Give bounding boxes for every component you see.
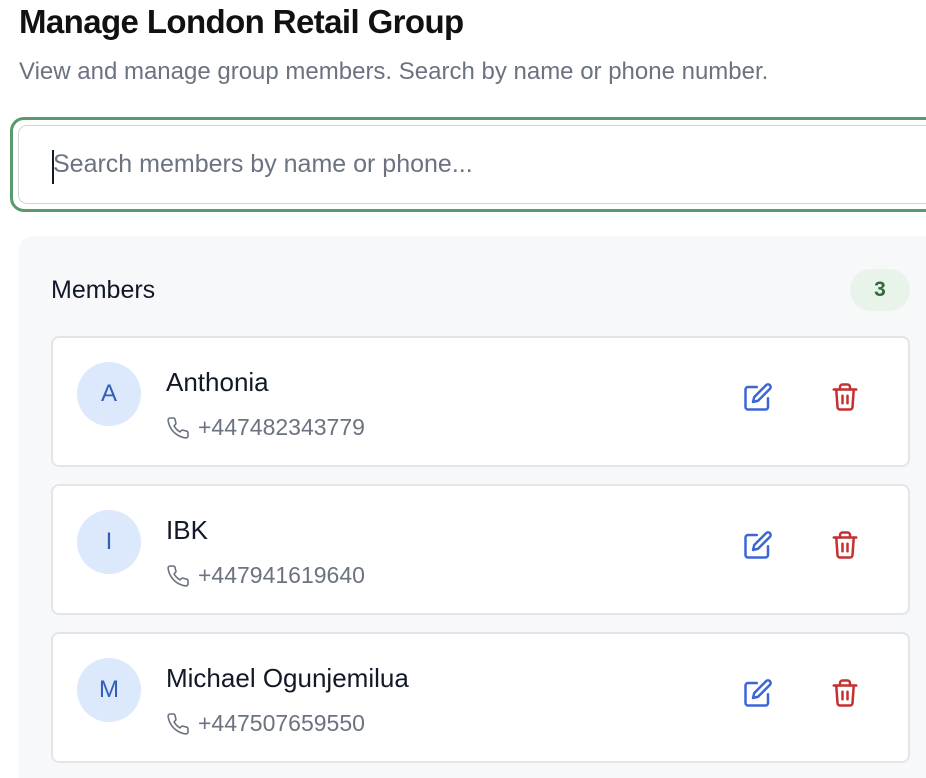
delete-member-button[interactable]: [828, 676, 862, 710]
member-name: Michael Ogunjemilua: [166, 663, 409, 693]
member-card: I IBK +447941619640: [51, 484, 910, 615]
member-phone: +447482343779: [166, 414, 365, 441]
trash-icon: [832, 679, 858, 707]
edit-member-button[interactable]: [741, 676, 775, 710]
member-phone: +447941619640: [166, 562, 365, 589]
member-name: IBK: [166, 515, 208, 545]
edit-icon: [744, 679, 772, 707]
avatar: I: [77, 510, 141, 574]
members-heading: Members: [51, 276, 156, 304]
phone-icon: [166, 416, 190, 440]
search-input[interactable]: [53, 126, 926, 203]
member-phone-number: +447507659550: [198, 710, 365, 736]
search-focus-ring: [10, 117, 926, 212]
trash-icon: [832, 531, 858, 559]
edit-member-button[interactable]: [741, 528, 775, 562]
phone-icon: [166, 712, 190, 736]
avatar: A: [77, 362, 141, 426]
member-count-badge: 3: [850, 269, 910, 311]
delete-member-button[interactable]: [828, 528, 862, 562]
edit-icon: [744, 531, 772, 559]
page-title: Manage London Retail Group: [19, 3, 464, 40]
text-caret: [52, 150, 54, 184]
member-card: A Anthonia +447482343779: [51, 336, 910, 467]
avatar: M: [77, 658, 141, 722]
member-phone: +447507659550: [166, 710, 365, 737]
search-box: [18, 125, 926, 204]
member-phone-number: +447941619640: [198, 562, 365, 588]
member-card: M Michael Ogunjemilua +447507659550: [51, 632, 910, 763]
delete-member-button[interactable]: [828, 380, 862, 414]
members-panel: Members 3 A Anthonia +447482343779 I IBK: [19, 236, 926, 778]
member-name: Anthonia: [166, 367, 269, 397]
edit-icon: [744, 383, 772, 411]
edit-member-button[interactable]: [741, 380, 775, 414]
page: Manage London Retail Group View and mana…: [0, 0, 926, 778]
page-subtitle: View and manage group members. Search by…: [19, 58, 769, 85]
trash-icon: [832, 383, 858, 411]
phone-icon: [166, 564, 190, 588]
member-phone-number: +447482343779: [198, 414, 365, 440]
